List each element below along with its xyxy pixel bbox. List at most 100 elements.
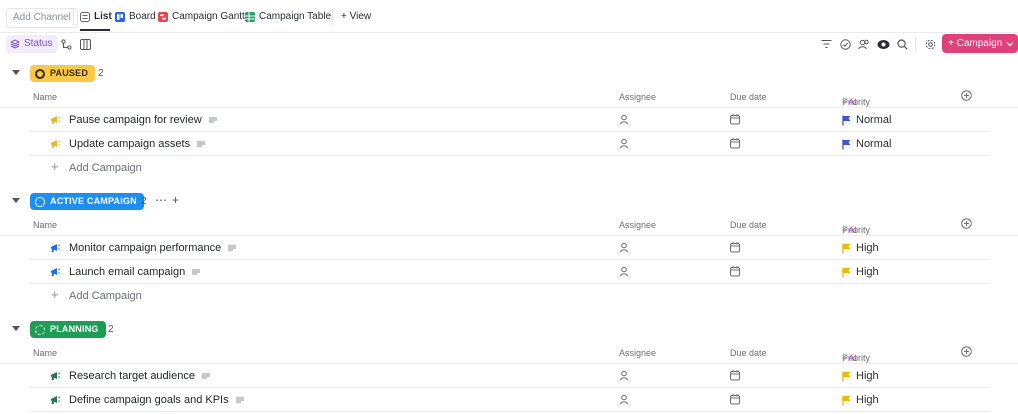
assignee-add-icon[interactable] xyxy=(619,138,630,152)
columns-icon[interactable] xyxy=(78,37,92,51)
add-campaign-row[interactable]: + Add Campaign xyxy=(0,284,1018,308)
priority-label: High xyxy=(856,242,879,254)
task-name[interactable]: Define campaign goals and KPIs xyxy=(69,394,244,406)
task-name-text: Launch email campaign xyxy=(69,266,186,278)
table-row[interactable]: Monitor campaign performance High xyxy=(0,236,1018,260)
task-name[interactable]: Launch email campaign xyxy=(69,266,201,278)
status-pill-label: PLANNING xyxy=(50,324,99,334)
ai-badge[interactable]: ⚡AI xyxy=(842,97,857,108)
priority-cell[interactable]: High xyxy=(842,370,879,382)
status-pill[interactable]: ACTIVE CAMPAIGN xyxy=(30,193,144,210)
board-icon xyxy=(115,12,125,22)
collapse-caret-icon[interactable] xyxy=(12,70,20,75)
column-due-date[interactable]: Due date xyxy=(730,348,767,358)
active-status-icon xyxy=(35,196,45,207)
gear-icon[interactable] xyxy=(923,37,937,51)
status-pill[interactable]: PLANNING xyxy=(30,321,106,338)
add-channel-button[interactable]: Add Channel xyxy=(6,8,78,28)
flag-icon xyxy=(842,267,851,277)
table-row[interactable]: Update campaign assets Normal xyxy=(0,132,1018,156)
calendar-icon[interactable] xyxy=(730,394,741,408)
priority-label: High xyxy=(856,394,879,406)
calendar-icon[interactable] xyxy=(730,370,741,384)
column-assignee[interactable]: Assignee xyxy=(619,348,656,358)
collapse-caret-icon[interactable] xyxy=(12,198,20,203)
add-campaign-row[interactable]: + Add Campaign xyxy=(0,156,1018,180)
divider xyxy=(915,37,916,51)
priority-cell[interactable]: High xyxy=(842,266,879,278)
list-icon xyxy=(80,12,90,22)
column-assignee[interactable]: Assignee xyxy=(619,220,656,230)
check-circle-icon[interactable] xyxy=(838,37,852,51)
calendar-icon[interactable] xyxy=(730,114,741,128)
assignee-add-icon[interactable] xyxy=(619,394,630,408)
divider xyxy=(332,9,333,25)
priority-cell[interactable]: Normal xyxy=(842,114,891,126)
tab-label: Campaign Table xyxy=(259,11,332,22)
calendar-icon[interactable] xyxy=(730,266,741,280)
assignee-add-icon[interactable] xyxy=(619,370,630,384)
description-icon xyxy=(201,373,210,379)
priority-label: High xyxy=(856,370,879,382)
add-column-icon[interactable] xyxy=(961,90,972,103)
tab-campaign-table[interactable]: Campaign Table xyxy=(245,10,331,24)
search-icon[interactable] xyxy=(895,37,909,51)
megaphone-icon xyxy=(50,395,61,408)
column-name[interactable]: Name xyxy=(33,348,57,358)
task-name-text: Update campaign assets xyxy=(69,138,191,150)
task-name[interactable]: Pause campaign for review xyxy=(69,114,217,126)
me-mode-icon[interactable] xyxy=(876,37,890,51)
tab-label: List xyxy=(94,11,112,22)
add-task-icon[interactable]: + xyxy=(172,193,179,207)
table-row[interactable]: Launch email campaign High xyxy=(0,260,1018,284)
calendar-icon[interactable] xyxy=(730,242,741,256)
table-row[interactable]: Define campaign goals and KPIs High xyxy=(0,388,1018,412)
table-row[interactable]: Pause campaign for review Normal xyxy=(0,108,1018,132)
column-due-date[interactable]: Due date xyxy=(730,92,767,102)
task-name[interactable]: Monitor campaign performance xyxy=(69,242,237,254)
flag-icon xyxy=(842,243,851,253)
calendar-icon[interactable] xyxy=(730,138,741,152)
add-campaign-button[interactable]: + Campaign xyxy=(942,34,1018,53)
task-name[interactable]: Update campaign assets xyxy=(69,138,206,150)
group-header-active-campaign: ACTIVE CAMPAIGN 2 ⋯ + xyxy=(0,193,1018,211)
table-icon xyxy=(245,12,255,22)
priority-cell[interactable]: High xyxy=(842,394,879,406)
assignees-icon[interactable] xyxy=(857,37,871,51)
tab-board[interactable]: Board xyxy=(115,10,156,24)
status-chip-label: Status xyxy=(24,38,53,49)
chevron-down-icon[interactable] xyxy=(1006,41,1014,47)
status-pill[interactable]: PAUSED xyxy=(30,65,96,82)
flag-icon xyxy=(842,395,851,405)
column-name[interactable]: Name xyxy=(33,220,57,230)
add-column-icon[interactable] xyxy=(961,346,972,359)
assignee-add-icon[interactable] xyxy=(619,242,630,256)
add-column-icon[interactable] xyxy=(961,218,972,231)
column-due-date[interactable]: Due date xyxy=(730,220,767,230)
column-assignee[interactable]: Assignee xyxy=(619,92,656,102)
tab-list[interactable]: List xyxy=(80,10,112,24)
tab-label: Board xyxy=(129,11,156,22)
assignee-add-icon[interactable] xyxy=(619,114,630,128)
tab-label: Campaign Gantt xyxy=(172,11,245,22)
ai-badge[interactable]: ⚡AI xyxy=(842,225,857,236)
subtasks-icon[interactable] xyxy=(59,37,73,51)
priority-cell[interactable]: High xyxy=(842,242,879,254)
collapse-caret-icon[interactable] xyxy=(12,326,20,331)
megaphone-icon xyxy=(50,371,61,384)
column-name[interactable]: Name xyxy=(33,92,57,102)
assignee-add-icon[interactable] xyxy=(619,266,630,280)
description-icon xyxy=(197,141,206,147)
group-by-status-chip[interactable]: Status xyxy=(6,35,59,53)
filter-icon[interactable] xyxy=(819,37,833,51)
more-options-icon[interactable]: ⋯ xyxy=(155,193,167,207)
add-campaign-label: + Campaign xyxy=(948,38,1003,49)
ai-badge[interactable]: ⚡AI xyxy=(842,353,857,364)
group-header-planning: PLANNING 2 xyxy=(0,321,1018,339)
task-name[interactable]: Research target audience xyxy=(69,370,210,382)
tab-campaign-gantt[interactable]: Campaign Gantt xyxy=(158,10,245,24)
table-row[interactable]: Research target audience High xyxy=(0,364,1018,388)
status-pill-label: ACTIVE CAMPAIGN xyxy=(50,196,137,206)
priority-cell[interactable]: Normal xyxy=(842,138,891,150)
add-view-button[interactable]: + View xyxy=(341,10,371,24)
